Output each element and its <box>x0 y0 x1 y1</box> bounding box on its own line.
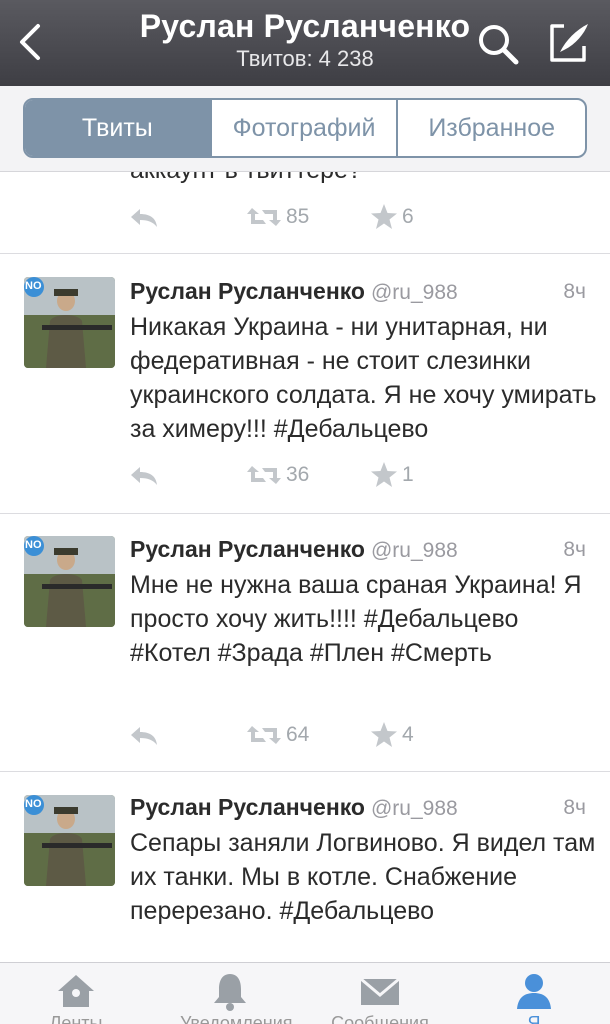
search-button[interactable] <box>474 20 522 68</box>
avatar[interactable]: NO <box>24 277 115 368</box>
tweet-actions: 64 4 <box>128 720 428 750</box>
reply-icon <box>131 727 157 745</box>
tab-messages[interactable]: Сообщения <box>330 963 430 1024</box>
tweet-author[interactable]: Руслан Русланченко @ru_988 <box>130 278 458 305</box>
favorite-count: 1 <box>402 463 414 486</box>
retweet-count: 36 <box>286 463 310 486</box>
retweet-button[interactable]: 64 <box>246 720 309 750</box>
avatar-badge: NO <box>25 798 42 810</box>
tweet-actions: 85 6 <box>128 202 428 232</box>
envelope-icon <box>360 977 400 1005</box>
nav-header: Руслан Русланченко Твитов: 4 238 <box>0 0 610 86</box>
profile-tabs-bar: Твиты Фотографий Избранное <box>0 86 610 172</box>
favorite-button[interactable]: 6 <box>370 202 414 232</box>
tweet-partial[interactable]: аккаунт в твиттере? 85 6 <box>0 172 610 254</box>
tab-me[interactable]: Я <box>484 963 584 1024</box>
retweet-count: 64 <box>286 723 310 746</box>
tweet-item[interactable]: NO Руслан Русланченко @ru_988 8ч Никакая … <box>0 254 610 514</box>
favorite-button[interactable]: 4 <box>370 720 414 750</box>
tweet-item[interactable]: NO Руслан Русланченко @ru_988 8ч Мне не н… <box>0 514 610 772</box>
author-handle: @ru_988 <box>370 539 458 562</box>
tab-label: Ленты <box>49 1013 103 1024</box>
tab-label: Уведомления <box>180 1013 293 1024</box>
tweet-actions: 36 1 <box>128 460 428 490</box>
avatar[interactable]: NO <box>24 795 115 886</box>
tab-label: Сообщения <box>331 1013 429 1024</box>
tweet-text: Никакая Украина - ни унитарная, ни федер… <box>130 313 597 443</box>
author-handle: @ru_988 <box>370 797 458 820</box>
bottom-tab-bar: Ленты Уведомления Сообщения Я <box>0 962 610 1024</box>
tweet-text: аккаунт в твиттере? <box>130 172 362 185</box>
tweet-time: 8ч <box>563 280 586 303</box>
tweet-author[interactable]: Руслан Русланченко @ru_988 <box>130 794 458 821</box>
person-icon <box>517 974 551 1009</box>
retweet-button[interactable]: 36 <box>246 460 309 490</box>
reply-icon <box>131 467 157 485</box>
tweet-time: 8ч <box>563 796 586 819</box>
reply-button[interactable] <box>128 720 160 750</box>
author-name: Руслан Русланченко <box>130 278 365 304</box>
star-icon <box>371 462 397 487</box>
star-icon <box>371 722 397 747</box>
tab-tweets[interactable]: Твиты <box>25 100 212 156</box>
bell-icon <box>214 974 246 1011</box>
tab-label: Я <box>527 1013 541 1024</box>
favorite-count: 6 <box>402 205 414 228</box>
tab-notifications[interactable]: Уведомления <box>180 963 293 1024</box>
tweet-text: Сепары заняли Логвиново. Я видел там их … <box>130 829 596 925</box>
avatar-badge: NO <box>25 280 42 292</box>
star-icon <box>371 204 397 229</box>
favorite-button[interactable]: 1 <box>370 460 414 490</box>
tweet-author[interactable]: Руслан Русланченко @ru_988 <box>130 536 458 563</box>
reply-button[interactable] <box>128 202 160 232</box>
home-icon <box>58 975 94 1007</box>
retweet-count: 85 <box>286 205 310 228</box>
retweet-icon <box>247 726 281 744</box>
tab-photos[interactable]: Фотографий <box>212 100 399 156</box>
compose-icon <box>550 24 588 62</box>
tab-home[interactable]: Ленты <box>26 963 126 1024</box>
tab-favorites[interactable]: Избранное <box>398 100 585 156</box>
avatar-badge: NO <box>25 539 42 551</box>
author-handle: @ru_988 <box>370 281 458 304</box>
retweet-button[interactable]: 85 <box>246 202 309 232</box>
favorite-count: 4 <box>402 723 414 746</box>
tweet-time: 8ч <box>563 538 586 561</box>
search-icon <box>479 25 519 65</box>
tweet-item[interactable]: NO Руслан Русланченко @ru_988 8ч Сепары з… <box>0 772 610 962</box>
segmented-control: Твиты Фотографий Избранное <box>23 98 587 158</box>
retweet-icon <box>247 208 281 226</box>
avatar[interactable]: NO <box>24 536 115 627</box>
reply-icon <box>131 209 157 227</box>
reply-button[interactable] <box>128 460 160 490</box>
tweet-feed[interactable]: аккаунт в твиттере? 85 6 <box>0 172 610 962</box>
author-name: Руслан Русланченко <box>130 794 365 820</box>
tweet-text: Мне не нужна ваша сраная Украина! Я прос… <box>130 571 582 667</box>
compose-button[interactable] <box>544 18 592 66</box>
retweet-icon <box>247 466 281 484</box>
author-name: Руслан Русланченко <box>130 536 365 562</box>
